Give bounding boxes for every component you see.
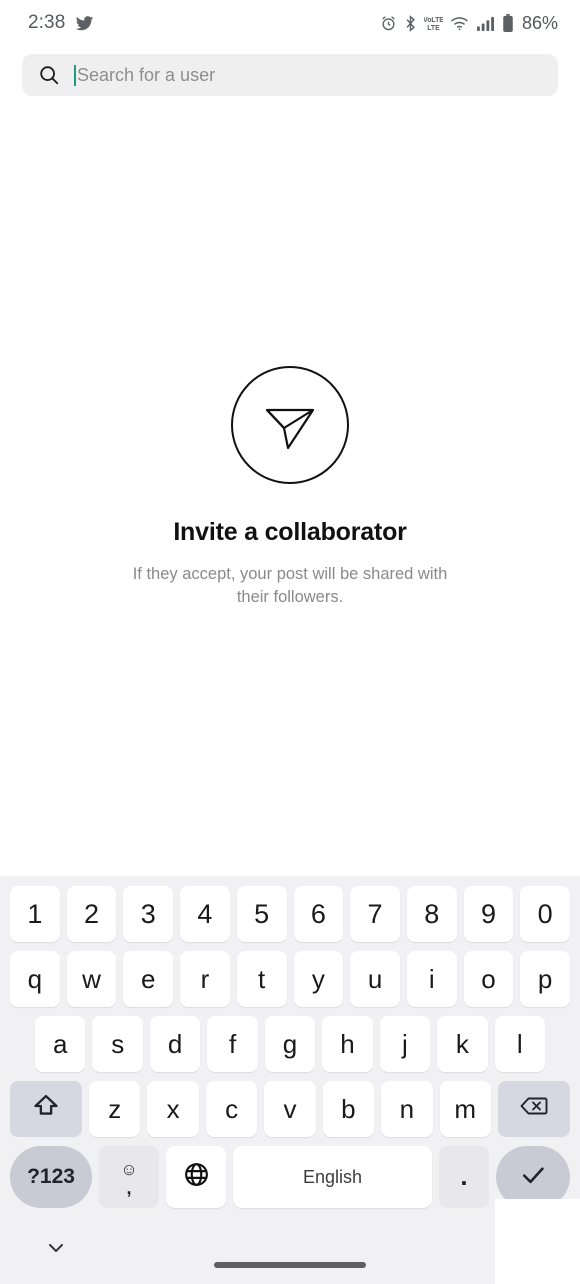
check-icon [518,1160,548,1195]
status-time: 2:38 [28,12,66,33]
navigation-bar [0,1216,580,1284]
key-e[interactable]: e [123,951,174,1007]
period-key[interactable]: . [439,1146,489,1208]
key-5[interactable]: 5 [236,886,287,942]
search-placeholder: Search for a user [77,64,216,85]
key-s[interactable]: s [92,1016,143,1072]
search-bar-container: Search for a user [0,46,580,96]
empty-state: Invite a collaborator If they accept, yo… [0,96,580,876]
page-title: Invite a collaborator [173,518,407,546]
key-4[interactable]: 4 [180,886,230,942]
cellular-signal-icon [476,15,495,32]
comma-label: , [126,1177,132,1198]
key-d[interactable]: d [149,1016,201,1072]
wifi-icon [450,15,469,32]
text-caret [74,64,76,86]
shift-icon [32,1092,60,1127]
backspace-key[interactable] [497,1081,570,1137]
globe-icon [183,1161,210,1193]
volte-icon: VoLTE LTE [424,14,443,32]
key-b[interactable]: b [322,1081,375,1137]
key-n[interactable]: n [381,1081,433,1137]
key-h[interactable]: h [322,1016,373,1072]
key-m[interactable]: m [439,1081,491,1137]
keyboard-row-bottom: ?123 ☺ , English . [4,1146,576,1208]
svg-text:LTE: LTE [427,25,440,32]
key-f[interactable]: f [207,1016,258,1072]
key-z[interactable]: z [89,1081,141,1137]
search-input[interactable]: Search for a user [74,64,542,86]
search-bar[interactable]: Search for a user [22,54,558,96]
emoji-icon: ☺ [120,1159,138,1179]
key-8[interactable]: 8 [406,886,457,942]
key-x[interactable]: x [147,1081,199,1137]
key-0[interactable]: 0 [520,886,571,942]
screen-corner-overlay [495,1199,580,1284]
keyboard-row-zxcvbnm: z x c v b n m [4,1081,576,1137]
key-l[interactable]: l [494,1016,545,1072]
key-o[interactable]: o [463,951,514,1007]
key-7[interactable]: 7 [350,886,400,942]
key-9[interactable]: 9 [463,886,514,942]
key-v[interactable]: v [264,1081,316,1137]
key-w[interactable]: w [66,951,117,1007]
key-2[interactable]: 2 [66,886,117,942]
key-i[interactable]: i [406,951,457,1007]
key-c[interactable]: c [205,1081,258,1137]
key-1[interactable]: 1 [9,886,60,942]
keyboard-row-qwerty: q w e r t y u i o p [4,951,576,1007]
hide-keyboard-button[interactable] [44,1236,68,1265]
key-q[interactable]: q [9,951,60,1007]
svg-text:VoLTE: VoLTE [424,17,443,24]
key-a[interactable]: a [35,1016,86,1072]
key-6[interactable]: 6 [293,886,344,942]
key-t[interactable]: t [236,951,287,1007]
shift-key[interactable] [10,1081,83,1137]
status-bar-left: 2:38 [28,12,94,34]
battery-icon [502,13,514,33]
key-k[interactable]: k [437,1016,488,1072]
key-u[interactable]: u [350,951,400,1007]
send-paper-plane-icon [231,366,349,484]
status-bar-right: VoLTE LTE 86% [380,13,558,34]
key-g[interactable]: g [264,1016,316,1072]
emoji-key[interactable]: ☺ , [99,1146,159,1208]
key-r[interactable]: r [180,951,230,1007]
twitter-icon [75,14,94,33]
key-y[interactable]: y [293,951,344,1007]
page-subtitle: If they accept, your post will be shared… [132,565,448,607]
search-icon [38,64,60,86]
symbols-key[interactable]: ?123 [10,1146,92,1208]
language-key[interactable] [166,1146,226,1208]
chevron-down-icon [44,1236,68,1265]
alarm-icon [380,15,397,32]
bluetooth-icon [404,14,417,32]
keyboard-row-home: a s d f g h j k l [4,1016,576,1072]
backspace-icon [519,1094,549,1125]
space-key[interactable]: English [233,1146,432,1208]
home-gesture-pill[interactable] [214,1262,366,1268]
keyboard-row-numbers: 1 2 3 4 5 6 7 8 9 0 [4,886,576,942]
phone-screen: 2:38 VoLTE LTE 86% Search for a user Inv… [0,0,580,1284]
battery-percent: 86% [521,12,558,33]
key-p[interactable]: p [520,951,571,1007]
key-j[interactable]: j [379,1016,431,1072]
virtual-keyboard[interactable]: 1 2 3 4 5 6 7 8 9 0 q w e r t y u i o p … [0,876,580,1216]
key-3[interactable]: 3 [123,886,174,942]
status-bar: 2:38 VoLTE LTE 86% [0,0,580,46]
